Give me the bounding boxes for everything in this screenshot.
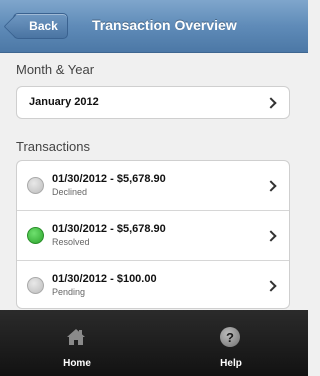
month-section-label: Month & Year [16, 62, 95, 77]
month-value: January 2012 [29, 96, 99, 108]
app-screen: Back Transaction Overview Month & Year J… [0, 0, 308, 376]
tab-help-label: Help [220, 358, 242, 369]
header-bar: Back Transaction Overview [0, 0, 308, 53]
month-selector[interactable]: January 2012 [16, 86, 290, 119]
status-green-icon [27, 227, 44, 244]
page-title: Transaction Overview [92, 17, 237, 33]
tab-home-label: Home [63, 358, 91, 369]
chevron-right-icon [265, 179, 277, 192]
chevron-right-icon [265, 280, 277, 292]
chevron-right-icon [265, 96, 277, 109]
transaction-summary: 01/30/2012 - $5,678.90 [52, 173, 166, 185]
transaction-row[interactable]: 01/30/2012 - $5,678.90 Declined [17, 161, 289, 211]
home-icon [67, 329, 85, 345]
transactions-list: 01/30/2012 - $5,678.90 Declined 01/30/20… [16, 160, 290, 309]
back-button[interactable]: Back [13, 13, 68, 39]
transaction-status: Resolved [52, 237, 90, 247]
tab-help[interactable]: ? Help [154, 310, 308, 376]
transaction-summary: 01/30/2012 - $5,678.90 [52, 223, 166, 235]
transaction-row[interactable]: 01/30/2012 - $5,678.90 Resolved [17, 211, 289, 261]
transaction-summary: 01/30/2012 - $100.00 [52, 273, 157, 285]
tab-home[interactable]: Home [0, 310, 154, 376]
status-gray-icon [27, 277, 44, 294]
transactions-section-label: Transactions [16, 139, 90, 154]
chevron-right-icon [265, 229, 277, 242]
tab-bar: Home ? Help [0, 310, 308, 376]
transaction-row[interactable]: 01/30/2012 - $100.00 Pending [17, 261, 289, 308]
transaction-status: Declined [52, 187, 88, 197]
help-icon: ? [220, 327, 240, 347]
transaction-status: Pending [52, 287, 86, 297]
status-gray-icon [27, 177, 44, 194]
back-button-label: Back [29, 19, 58, 33]
